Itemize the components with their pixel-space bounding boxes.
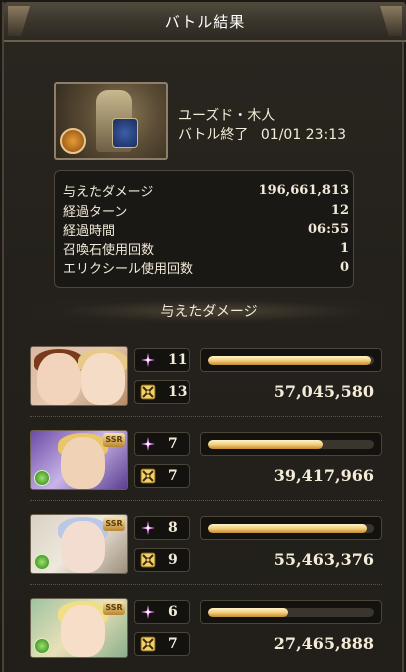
skill-count: 6 bbox=[168, 604, 178, 620]
skill-count-box: 11 bbox=[134, 348, 190, 372]
stat-value: 0 bbox=[339, 260, 349, 275]
damage-bar-fill bbox=[208, 608, 288, 617]
row-divider bbox=[30, 584, 382, 585]
crossed-swords-icon bbox=[140, 552, 156, 568]
damage-bar-fill bbox=[208, 524, 368, 533]
damage-section-title: 与えたダメージ bbox=[34, 298, 384, 324]
skill-count-box: 7 bbox=[134, 432, 190, 456]
damage-bar-track bbox=[208, 524, 374, 533]
character-portrait[interactable]: SSR bbox=[30, 598, 128, 658]
header-bar: バトル結果 bbox=[4, 2, 406, 42]
stat-label: 与えたダメージ bbox=[63, 185, 154, 200]
stat-value: 1 bbox=[339, 241, 349, 256]
skill-count-box: 6 bbox=[134, 600, 190, 624]
ougi-count: 9 bbox=[168, 552, 178, 568]
damage-value: 57,045,580 bbox=[273, 382, 374, 401]
portrait-face bbox=[61, 605, 105, 657]
damage-bar-track bbox=[208, 356, 374, 365]
ougi-count-box: 7 bbox=[134, 632, 190, 656]
character-row: SSR 6 7 27,465,888 bbox=[30, 598, 382, 672]
crossed-swords-icon bbox=[140, 384, 156, 400]
character-portrait[interactable] bbox=[30, 346, 128, 406]
stat-value: 06:55 bbox=[308, 222, 349, 237]
battle-end-info: バトル終了 01/01 23:13 bbox=[178, 124, 346, 144]
pink-sparkle-icon bbox=[140, 352, 156, 368]
crossed-swords-icon bbox=[140, 468, 156, 484]
stats-box: 与えたダメージ 196,661,813 経過ターン 12 経過時間 06:55 … bbox=[54, 170, 354, 288]
ougi-count-box: 7 bbox=[134, 464, 190, 488]
ssr-badge: SSR bbox=[103, 433, 125, 447]
ougi-count-box: 13 bbox=[134, 380, 190, 404]
damage-value: 55,463,376 bbox=[273, 550, 374, 569]
skill-count: 7 bbox=[168, 436, 178, 452]
section-title-text: 与えたダメージ bbox=[160, 304, 258, 320]
stat-label: エリクシール使用回数 bbox=[63, 262, 194, 277]
character-row: 11 13 57,045,580 bbox=[30, 346, 382, 424]
stat-label: 経過時間 bbox=[63, 224, 116, 239]
header-ornament-left bbox=[8, 6, 30, 36]
skill-count-box: 8 bbox=[134, 516, 190, 540]
battle-end-time: 01/01 23:13 bbox=[260, 127, 347, 143]
stat-row-time: 経過時間 06:55 bbox=[63, 220, 349, 239]
portrait-face bbox=[61, 521, 105, 573]
battle-result-panel: バトル結果 ユーズド・木人 バトル終了 01/01 23:13 与えたダメージ … bbox=[2, 2, 406, 672]
ssr-badge: SSR bbox=[103, 601, 125, 615]
character-row: SSR 7 7 39,417,966 bbox=[30, 430, 382, 508]
damage-value: 27,465,888 bbox=[273, 634, 374, 653]
ougi-count: 13 bbox=[168, 384, 188, 400]
fire-element-icon bbox=[60, 128, 86, 154]
wind-element-icon bbox=[34, 638, 50, 654]
character-portrait[interactable]: SSR bbox=[30, 430, 128, 490]
skill-count: 8 bbox=[168, 520, 178, 536]
ougi-count-box: 9 bbox=[134, 548, 190, 572]
damage-bar-box bbox=[200, 348, 382, 372]
damage-value: 39,417,966 bbox=[273, 466, 374, 485]
pink-sparkle-icon bbox=[140, 436, 156, 452]
pink-sparkle-icon bbox=[140, 520, 156, 536]
damage-bar-fill bbox=[208, 440, 323, 449]
damage-bar-fill bbox=[208, 356, 371, 365]
row-divider bbox=[30, 500, 382, 501]
skill-count: 11 bbox=[168, 352, 188, 368]
portrait-face bbox=[37, 353, 81, 405]
damage-bar-track bbox=[208, 608, 374, 617]
damage-bar-box bbox=[200, 516, 382, 540]
stat-value: 12 bbox=[330, 203, 349, 218]
stat-row-turns: 経過ターン 12 bbox=[63, 201, 349, 220]
portrait-face bbox=[81, 353, 125, 405]
page-title: バトル結果 bbox=[164, 12, 246, 31]
boss-shield bbox=[112, 118, 138, 148]
boss-name: ユーズド・木人 bbox=[178, 108, 276, 124]
ougi-count: 7 bbox=[168, 468, 178, 484]
ssr-badge: SSR bbox=[103, 517, 125, 531]
stat-row-summons: 召喚石使用回数 1 bbox=[63, 239, 349, 258]
stat-value: 196,661,813 bbox=[258, 183, 349, 198]
header-ornament-right bbox=[380, 6, 402, 36]
row-divider bbox=[30, 416, 382, 417]
ougi-count: 7 bbox=[168, 636, 178, 652]
crossed-swords-icon bbox=[140, 636, 156, 652]
pink-sparkle-icon bbox=[140, 604, 156, 620]
character-portrait[interactable]: SSR bbox=[30, 514, 128, 574]
wind-element-icon bbox=[34, 470, 50, 486]
boss-thumbnail bbox=[54, 82, 168, 160]
battle-end-label: バトル終了 bbox=[178, 127, 249, 143]
stat-label: 経過ターン bbox=[63, 205, 128, 220]
wind-element-icon bbox=[34, 554, 50, 570]
character-row: SSR 8 9 55,463,376 bbox=[30, 514, 382, 592]
stat-row-damage: 与えたダメージ 196,661,813 bbox=[63, 181, 349, 200]
damage-bar-box bbox=[200, 600, 382, 624]
damage-bar-box bbox=[200, 432, 382, 456]
stat-label: 召喚石使用回数 bbox=[63, 243, 155, 258]
portrait-face bbox=[61, 437, 105, 489]
damage-bar-track bbox=[208, 440, 374, 449]
stat-row-elixirs: エリクシール使用回数 0 bbox=[63, 258, 349, 277]
